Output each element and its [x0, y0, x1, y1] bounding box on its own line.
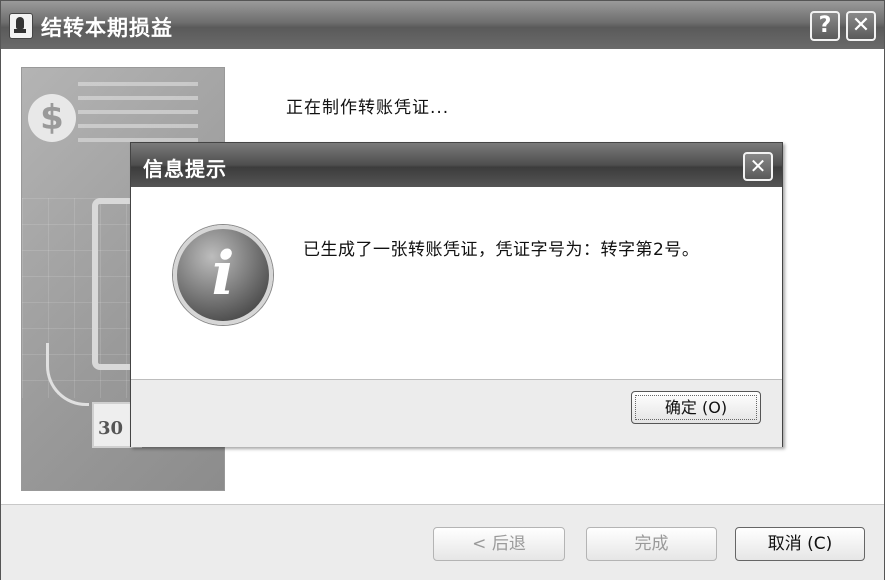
app-icon [9, 13, 33, 39]
calendar-day: 30 [98, 418, 124, 439]
progress-status-text: 正在制作转账凭证... [286, 98, 450, 118]
dialog-titlebar[interactable]: 信息提示 ✕ [131, 143, 782, 187]
window-title: 结转本期损益 [41, 16, 173, 40]
info-icon: i [173, 225, 273, 325]
help-button[interactable]: ? [810, 11, 840, 41]
cancel-button[interactable]: 取消 (C) [735, 527, 865, 561]
info-dialog: 信息提示 ✕ i 已生成了一张转账凭证，凭证字号为：转字第2号。 确定 (O) [130, 142, 783, 447]
dialog-message: 已生成了一张转账凭证，凭证字号为：转字第2号。 [303, 240, 700, 260]
ok-button[interactable]: 确定 (O) [631, 391, 761, 424]
document-lines-graphic [78, 82, 198, 142]
dialog-close-button[interactable]: ✕ [743, 152, 773, 181]
back-button[interactable]: < 后退 [433, 527, 565, 561]
close-window-button[interactable]: ✕ [846, 11, 876, 41]
finish-button[interactable]: 完成 [586, 527, 717, 561]
dialog-title: 信息提示 [143, 157, 227, 181]
dollar-coin-icon: $ [28, 94, 76, 142]
window-titlebar[interactable]: 结转本期损益 ? ✕ [1, 1, 884, 49]
info-icon-glyph: i [211, 239, 235, 309]
